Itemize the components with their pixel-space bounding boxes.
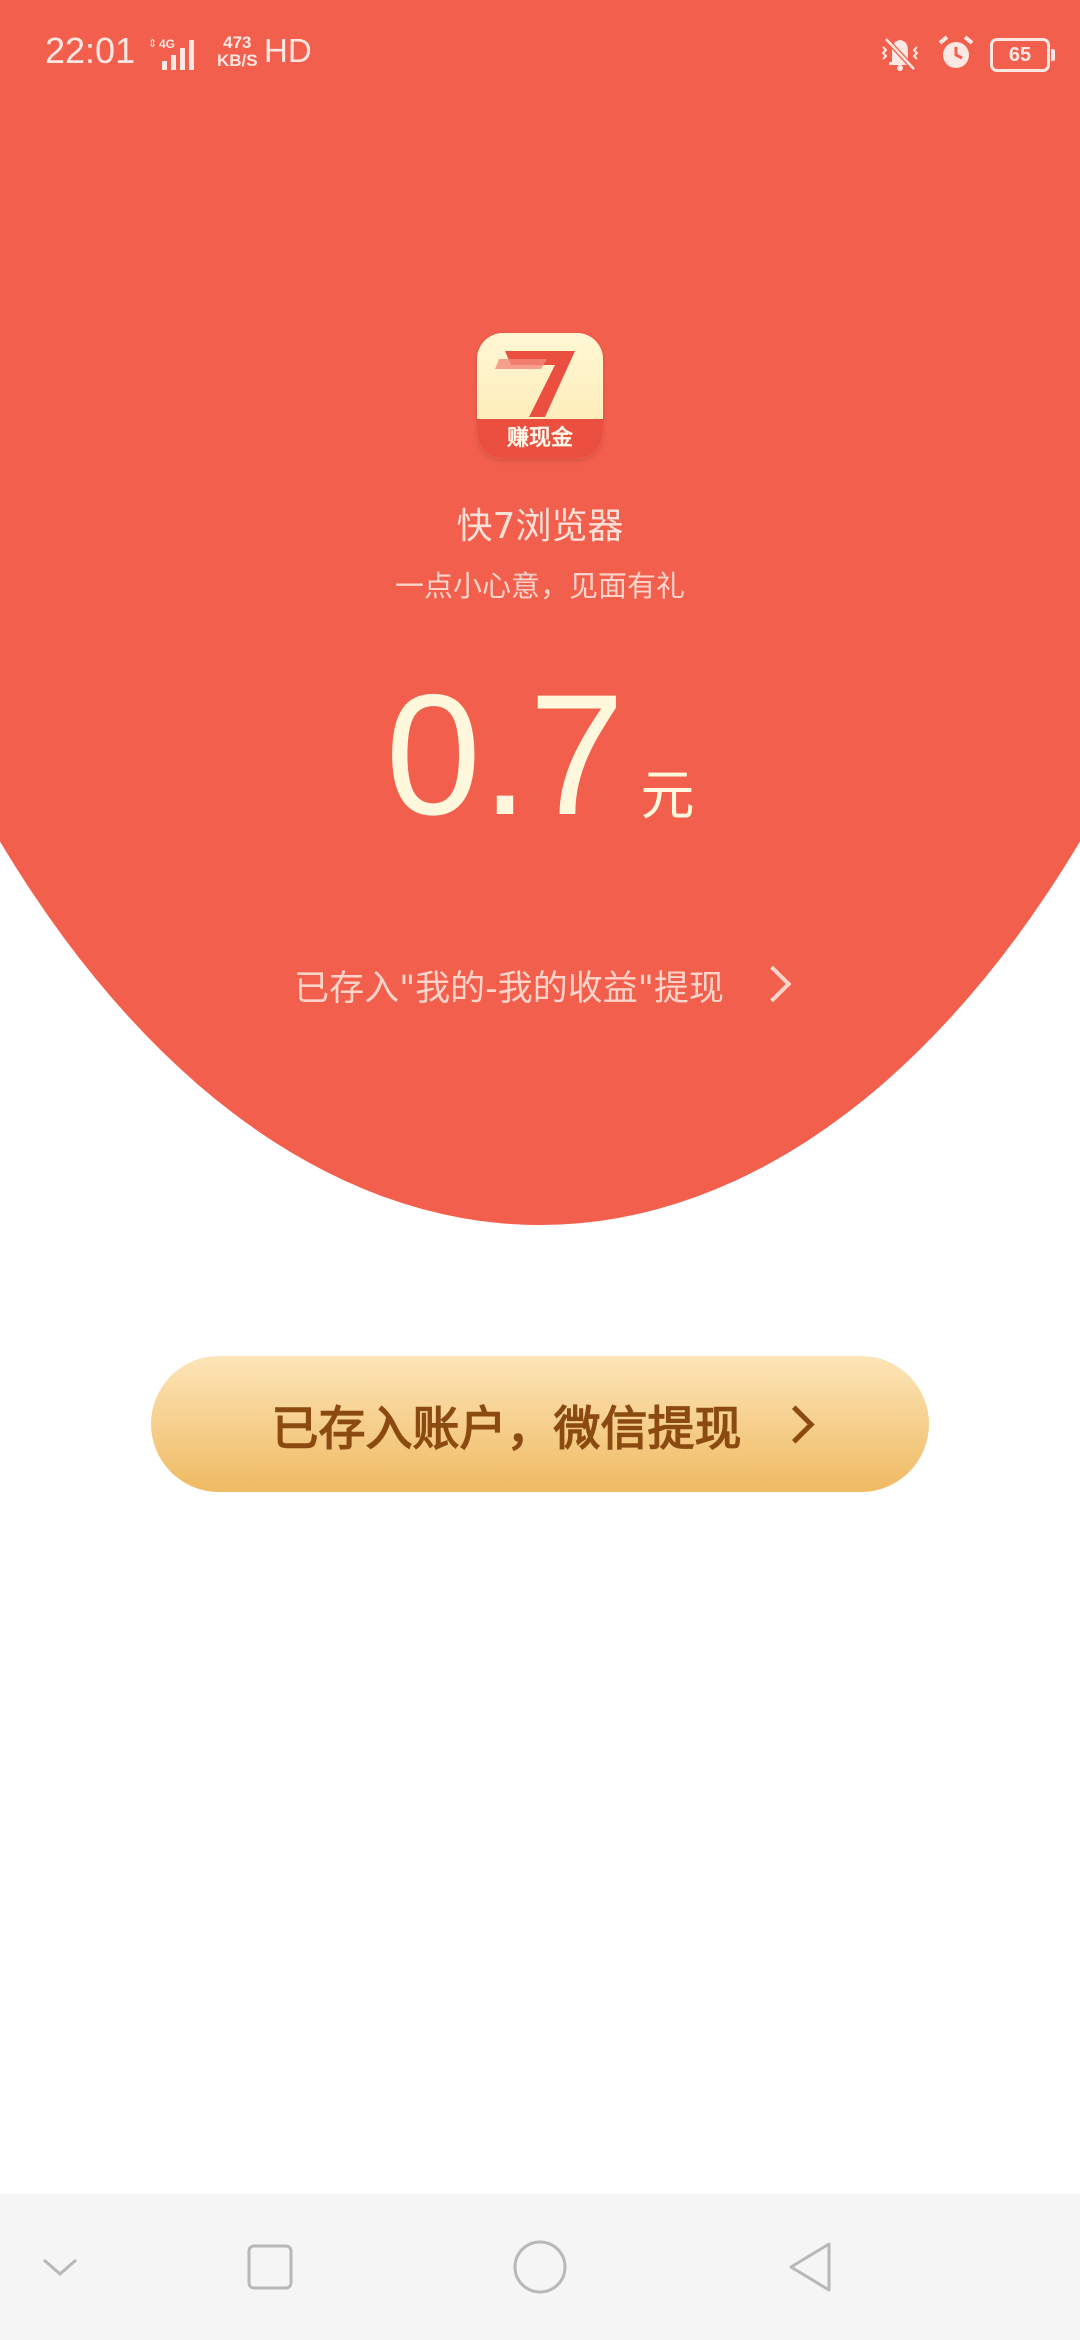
wechat-withdraw-button[interactable]: 已存入账户，微信提现 <box>151 1356 929 1492</box>
status-icons: 65 <box>878 30 1055 80</box>
battery-icon: 65 <box>990 38 1055 72</box>
recent-apps-icon[interactable] <box>210 2194 330 2340</box>
svg-text:⇕: ⇕ <box>148 38 157 50</box>
status-bar: 22:01 ⇕ 4G 473 KB/S HD 65 <box>0 0 1080 110</box>
mute-vibrate-icon <box>878 33 922 77</box>
home-icon[interactable] <box>480 2194 600 2340</box>
back-icon[interactable] <box>750 2194 870 2340</box>
speed-unit: KB/S <box>217 51 258 70</box>
amount-value: 0.7 <box>385 659 625 851</box>
earnings-link-label: 已存入"我的-我的收益"提现 <box>294 969 724 1009</box>
wechat-withdraw-label: 已存入账户，微信提现 <box>271 1401 742 1457</box>
alarm-icon <box>936 33 976 77</box>
status-time: 22:01 <box>45 30 136 71</box>
amount-unit: 元 <box>640 764 695 827</box>
network-speed: 473 KB/S <box>217 34 258 70</box>
reward-amount: 0.7 元 <box>0 655 1080 855</box>
earnings-link[interactable]: 已存入"我的-我的收益"提现 <box>0 960 1080 1011</box>
chevron-right-icon <box>754 965 792 1003</box>
red-header-background <box>0 0 1080 1225</box>
navigation-bar <box>0 2194 1080 2340</box>
speed-value: 473 <box>223 33 252 52</box>
app-subtitle: 一点小心意，见面有礼 <box>394 569 685 603</box>
app-icon-band: 赚现金 <box>477 419 603 459</box>
network-type: 4G <box>159 37 175 51</box>
hd-indicator: HD <box>264 32 312 69</box>
reward-page: 22:01 ⇕ 4G 473 KB/S HD 65 赚现金 快7浏览器 一点小心… <box>0 0 1080 2340</box>
chevron-down-icon[interactable] <box>0 2194 120 2340</box>
chevron-right-icon <box>775 1404 815 1444</box>
app-name: 快7浏览器 <box>456 506 624 547</box>
app-logo: 赚现金 <box>477 333 603 459</box>
seven-logo-icon <box>495 351 575 417</box>
signal-icon: ⇕ 4G <box>148 36 208 72</box>
